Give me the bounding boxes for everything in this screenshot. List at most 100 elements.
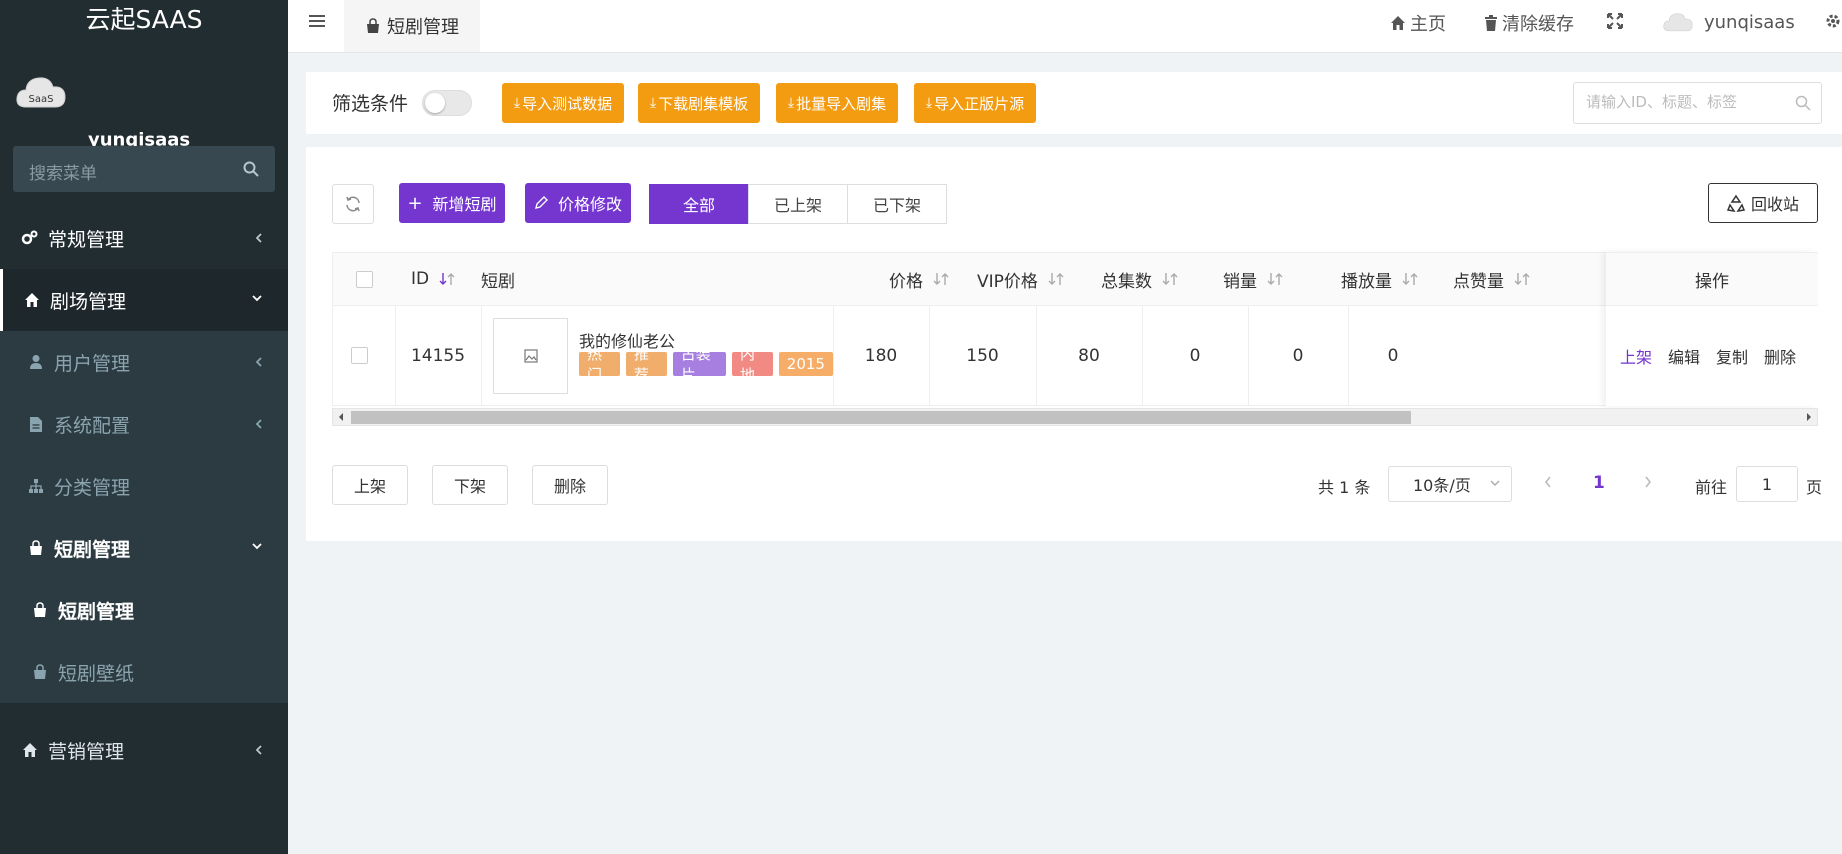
sidebar-item-theater[interactable]: 剧场管理 (0, 269, 288, 331)
recycle-bin-button[interactable]: 回收站 (1708, 183, 1818, 223)
row-operations: 上架 编辑 复制 删除 (1606, 306, 1818, 406)
import-licensed-source-button[interactable]: ⤓ 导入正版片源 (914, 83, 1036, 123)
refresh-icon (346, 196, 360, 212)
menu-toggle-icon[interactable] (308, 10, 326, 32)
header-id[interactable]: ID (411, 253, 455, 305)
header-episodes[interactable]: 总集数 (1101, 253, 1178, 305)
price-edit-button[interactable]: 价格修改 (525, 183, 631, 223)
next-page-icon[interactable] (1643, 475, 1653, 489)
home-icon (20, 740, 40, 760)
header-plays[interactable]: 播放量 (1341, 253, 1418, 305)
goto-unit: 页 (1806, 478, 1823, 497)
drama-tags: 热门 推荐 古装片 内地 2015 (579, 345, 833, 384)
tab-label: 短剧管理 (387, 17, 459, 38)
copy-link[interactable]: 复制 (1716, 344, 1748, 368)
sidebar-item-category[interactable]: 分类管理 (0, 455, 288, 517)
app-brand[interactable]: 云起SAAS (0, 0, 288, 43)
sidebar-item-label: 用户管理 (54, 352, 131, 375)
sort-icon (933, 273, 949, 285)
file-icon (26, 414, 46, 434)
batch-import-episodes-button[interactable]: ⤓ 批量导入剧集 (776, 83, 898, 123)
home-icon (1391, 16, 1405, 30)
add-drama-button[interactable]: + 新增短剧 (399, 183, 505, 223)
user-panel: SaaS yunqisaas (0, 43, 288, 151)
cell-episodes: 80 (1078, 345, 1100, 366)
tab-drama-management[interactable]: 短剧管理 (344, 0, 480, 52)
user-avatar: SaaS (16, 77, 66, 108)
goto-page-input[interactable]: 1 (1736, 466, 1798, 502)
filter-label: 筛选条件 (332, 93, 409, 115)
clear-cache-link[interactable]: 清除缓存 (1484, 10, 1574, 36)
scrollbar-thumb[interactable] (351, 411, 1411, 424)
publish-link[interactable]: 上架 (1620, 344, 1652, 368)
sort-icon (1402, 273, 1418, 285)
filter-tab-on-shelf[interactable]: 已上架 (748, 184, 848, 224)
drama-thumbnail[interactable] (493, 318, 568, 394)
current-page[interactable]: 1 (1593, 473, 1605, 493)
sort-icon (1048, 273, 1064, 285)
table-search-field[interactable] (1573, 82, 1822, 124)
scroll-right-icon[interactable] (1805, 412, 1813, 422)
row-checkbox-cell (333, 306, 385, 405)
download-icon: ⤓ (513, 95, 521, 111)
table-search-input[interactable] (1586, 93, 1786, 111)
prev-page-icon[interactable] (1543, 475, 1553, 489)
scroll-left-icon[interactable] (337, 412, 345, 422)
header-likes[interactable]: 点赞量 (1453, 253, 1530, 305)
row-checkbox[interactable] (350, 347, 368, 364)
sort-icon (1267, 273, 1283, 285)
tag-badge: 热门 (579, 345, 620, 384)
download-icon: ⤓ (649, 95, 657, 111)
download-episode-template-button[interactable]: ⤓ 下载剧集模板 (638, 83, 760, 123)
sidebar-item-drama[interactable]: 短剧管理 (0, 579, 288, 641)
edit-link[interactable]: 编辑 (1668, 344, 1700, 368)
header-sales[interactable]: 销量 (1223, 253, 1283, 305)
select-all-checkbox[interactable] (355, 270, 373, 288)
sidebar-item-system-config[interactable]: 系统配置 (0, 393, 288, 455)
import-test-data-button[interactable]: ⤓ 导入测试数据 (502, 83, 624, 123)
header-vip-price[interactable]: VIP价格 (977, 253, 1064, 305)
pencil-icon (535, 196, 548, 209)
sidebar-item-label: 短剧管理 (58, 600, 135, 623)
page-size-select[interactable]: 10条/页 (1388, 466, 1512, 502)
chevron-down-icon (252, 543, 262, 550)
sidebar-item-users[interactable]: 用户管理 (0, 331, 288, 393)
bulk-delete-button[interactable]: 删除 (532, 465, 608, 505)
bulk-publish-button[interactable]: 上架 (332, 465, 408, 505)
home-link[interactable]: 主页 (1390, 10, 1446, 36)
filter-toggle[interactable] (422, 90, 472, 116)
filter-tab-all[interactable]: 全部 (649, 184, 749, 224)
sidebar-item-label: 系统配置 (54, 414, 131, 437)
header-price[interactable]: 价格 (889, 253, 949, 305)
refresh-button[interactable] (332, 184, 374, 224)
user-menu[interactable]: yunqisaas (1662, 10, 1795, 34)
sidebar: 云起SAAS SaaS yunqisaas 搜索菜单 常规管理 剧场管理 用户管… (0, 0, 288, 854)
menu-search-input[interactable]: 搜索菜单 (13, 146, 275, 192)
sort-icon (1162, 273, 1178, 285)
tag-badge: 内地 (731, 345, 773, 384)
image-icon (523, 349, 538, 363)
delete-link[interactable]: 删除 (1764, 344, 1796, 368)
recycle-icon (1726, 194, 1745, 212)
tag-badge: 2015 (778, 352, 833, 376)
filter-tab-off-shelf[interactable]: 已下架 (847, 184, 947, 224)
sort-icon (1514, 273, 1530, 285)
plus-icon: + (407, 192, 423, 214)
cell-drama: 我的修仙老公 热门 推荐 古装片 内地 2015 (493, 306, 833, 405)
sidebar-item-drama-group[interactable]: 短剧管理 (0, 517, 288, 579)
settings-icon[interactable] (1824, 12, 1842, 30)
fullscreen-icon[interactable] (1606, 12, 1624, 30)
search-icon (1795, 95, 1811, 111)
filter-panel: 筛选条件 ⤓ 导入测试数据 ⤓ 下载剧集模板 ⤓ 批量导入剧集 ⤓ 导入正版片源 (306, 72, 1842, 134)
sidebar-item-drama-wallpaper[interactable]: 短剧壁纸 (0, 641, 288, 703)
sidebar-item-marketing[interactable]: 营销管理 (0, 719, 288, 781)
bulk-unpublish-button[interactable]: 下架 (432, 465, 508, 505)
header-ops: 操作 (1606, 252, 1818, 306)
chevron-left-icon (255, 357, 262, 367)
shopping-bag-icon (30, 662, 50, 682)
tag-badge: 古装片 (672, 345, 726, 384)
sidebar-item-general[interactable]: 常规管理 (0, 207, 288, 269)
header-checkbox-cell (333, 253, 395, 305)
horizontal-scrollbar[interactable] (332, 408, 1818, 426)
download-icon: ⤓ (925, 95, 933, 111)
